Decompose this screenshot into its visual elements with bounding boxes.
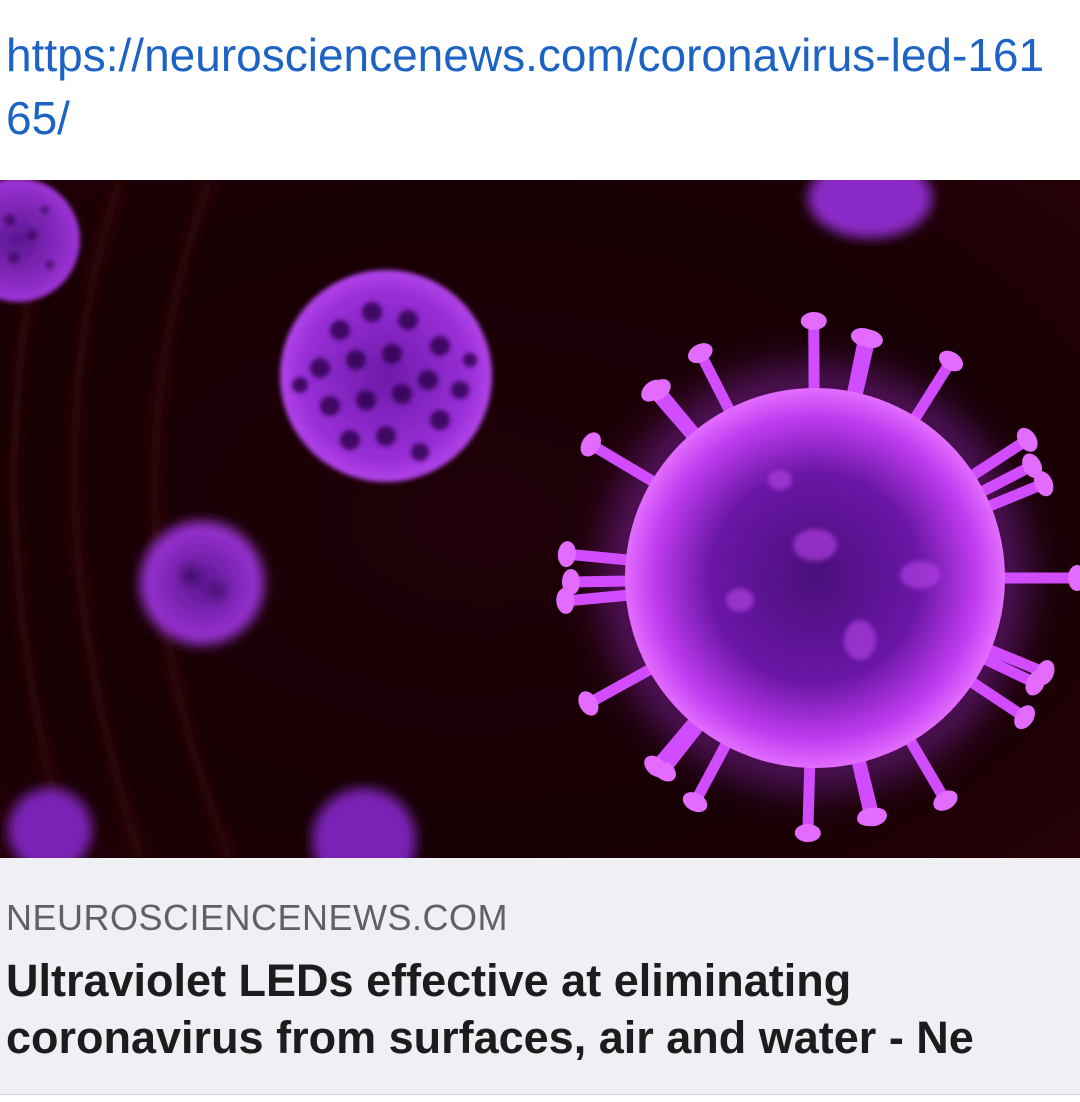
- message-link-area: https://neurosciencenews.com/coronavirus…: [0, 0, 1080, 180]
- coronavirus-image-icon: [0, 180, 1080, 858]
- article-url-link[interactable]: https://neurosciencenews.com/coronavirus…: [6, 24, 1046, 150]
- link-preview-caption[interactable]: NEUROSCIENCENEWS.COM Ultraviolet LEDs ef…: [0, 858, 1080, 1094]
- preview-domain: NEUROSCIENCENEWS.COM: [6, 896, 508, 940]
- preview-headline-line-1: Ultraviolet LEDs effective at eliminatin…: [6, 952, 1080, 1009]
- preview-headline-line-2: coronavirus from surfaces, air and water…: [6, 1009, 1080, 1066]
- link-preview-image[interactable]: [0, 180, 1080, 858]
- preview-headline: Ultraviolet LEDs effective at eliminatin…: [6, 952, 1080, 1066]
